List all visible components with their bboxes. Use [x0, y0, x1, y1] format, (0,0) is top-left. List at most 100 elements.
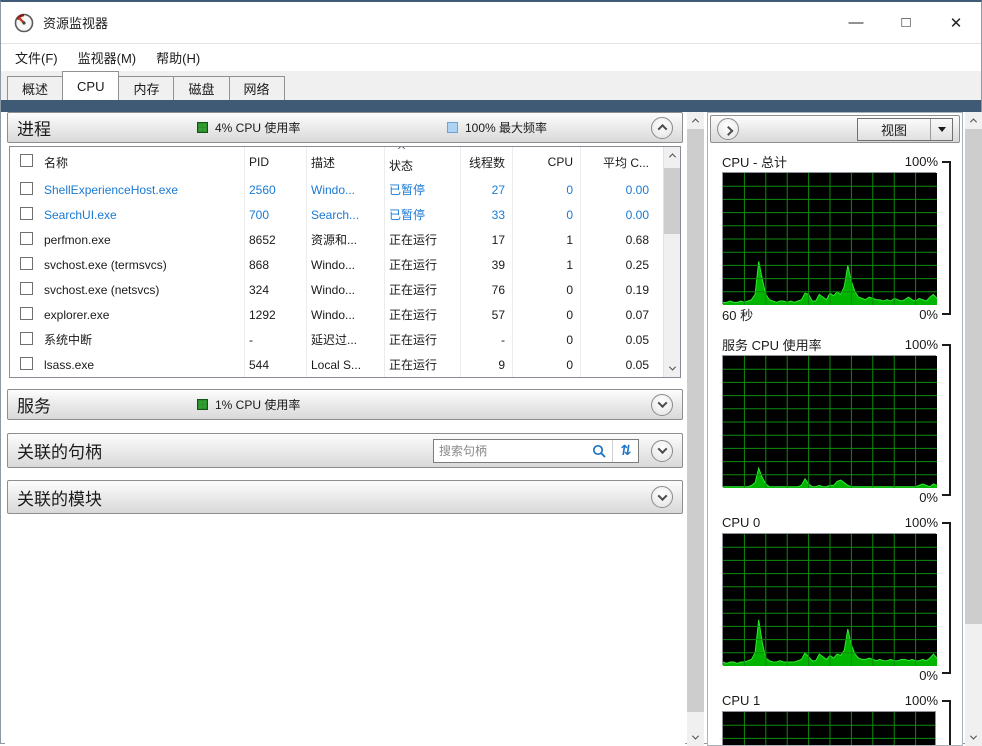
- right-panel-scrollbar[interactable]: [965, 112, 982, 746]
- process-desc-cell: Windo...: [307, 302, 385, 327]
- row-checkbox[interactable]: [20, 206, 33, 220]
- process-cpu-cell: 0: [513, 302, 581, 327]
- scroll-up-arrow-icon[interactable]: [687, 112, 704, 129]
- tab-network[interactable]: 网络: [228, 76, 285, 100]
- processes-collapse-button[interactable]: [651, 116, 673, 139]
- process-desc-cell: Local S...: [307, 352, 385, 377]
- services-expand-button[interactable]: [651, 393, 673, 416]
- tab-cpu[interactable]: CPU: [62, 71, 120, 100]
- graph-section-cpu0: CPU 0 100% 0%: [722, 512, 960, 684]
- graph-title: CPU 0: [722, 514, 761, 530]
- view-dropdown-arrow[interactable]: [930, 118, 952, 140]
- column-header-pid[interactable]: PID: [245, 147, 307, 177]
- process-pid-cell: 868: [245, 252, 307, 277]
- table-row[interactable]: 系统中断 - 延迟过... 正在运行 -0 0.05: [10, 327, 680, 352]
- menu-file[interactable]: 文件(F): [5, 44, 68, 71]
- process-status-cell: 正在运行: [385, 327, 461, 352]
- graph-title: CPU - 总计: [722, 154, 788, 170]
- scroll-down-arrow-icon[interactable]: [965, 729, 982, 746]
- content-divider-strip: [1, 100, 981, 112]
- cpu-usage-label: 4% CPU 使用率: [215, 121, 301, 135]
- graph-scale-bracket: [942, 522, 951, 674]
- column-header-cpu[interactable]: CPU: [513, 147, 581, 177]
- minimize-button[interactable]: —: [831, 2, 881, 43]
- modules-title: 关联的模块: [17, 489, 102, 509]
- scrollbar-thumb[interactable]: [664, 168, 680, 234]
- row-checkbox[interactable]: [20, 281, 33, 295]
- scrollbar-thumb[interactable]: [965, 129, 982, 624]
- cpu0-graph: [722, 533, 937, 666]
- table-row[interactable]: explorer.exe 1292 Windo... 正在运行 57 0 0.07: [10, 302, 680, 327]
- table-row[interactable]: svchost.exe (netsvcs) 324 Windo... 正在运行 76 0 0…: [10, 277, 680, 302]
- row-checkbox[interactable]: [20, 331, 33, 345]
- left-panel-scrollbar[interactable]: [687, 112, 704, 746]
- tab-overview[interactable]: 概述: [7, 76, 64, 100]
- scrollbar-thumb[interactable]: [687, 129, 704, 712]
- select-all-checkbox[interactable]: [20, 154, 33, 167]
- handle-search-input[interactable]: [434, 443, 586, 458]
- process-threads-cell: 17: [461, 227, 513, 252]
- close-button[interactable]: ✕: [931, 2, 981, 43]
- table-row[interactable]: svchost.exe (termsvcs) 868 Windo... 正在运行 39 1…: [10, 252, 680, 277]
- process-avg-cell: 0.05: [625, 357, 649, 372]
- services-section-header: 服务 1% CPU 使用率: [7, 389, 683, 420]
- process-checkbox-cell: [10, 231, 40, 248]
- search-icon[interactable]: [586, 440, 612, 462]
- column-header-desc[interactable]: 描述: [307, 147, 385, 177]
- tab-memory[interactable]: 内存: [118, 76, 175, 100]
- dropdown-arrow-icon: [937, 126, 946, 132]
- modules-section-header: 关联的模块: [7, 480, 683, 514]
- handles-expand-button[interactable]: [651, 439, 673, 462]
- title-bar: 资源监视器 — □ ✕: [1, 2, 981, 44]
- process-threads-cell: 76: [461, 277, 513, 302]
- process-table-scrollbar[interactable]: [663, 147, 680, 377]
- process-cpu-cell: 0: [513, 352, 581, 377]
- view-button[interactable]: 视图: [857, 117, 953, 141]
- maximize-button[interactable]: □: [881, 2, 931, 43]
- process-name-cell: SearchUI.exe: [40, 202, 245, 227]
- process-name-cell: ShellExperienceHost.exe: [40, 177, 245, 202]
- column-header-status[interactable]: 状态: [385, 147, 461, 177]
- tab-disk[interactable]: 磁盘: [173, 76, 230, 100]
- row-checkbox[interactable]: [20, 231, 33, 245]
- process-cpu-cell: 0: [513, 202, 581, 227]
- row-checkbox[interactable]: [20, 356, 33, 370]
- process-threads-cell: -: [461, 327, 513, 352]
- process-name-cell: explorer.exe: [40, 302, 245, 327]
- process-desc-cell: Windo...: [307, 277, 385, 302]
- menu-bar: 文件(F) 监视器(M) 帮助(H): [1, 44, 981, 71]
- modules-expand-button[interactable]: [651, 486, 673, 508]
- cpu1-graph: [722, 711, 936, 745]
- process-threads-cell: 27: [461, 177, 513, 202]
- row-checkbox[interactable]: [20, 306, 33, 320]
- column-header-threads[interactable]: 线程数: [461, 147, 513, 177]
- graph-ymin-label: 0%: [919, 667, 938, 683]
- row-checkbox[interactable]: [20, 256, 33, 270]
- graph-scale-bracket: [942, 700, 951, 745]
- row-checkbox[interactable]: [20, 181, 33, 195]
- column-header-name[interactable]: 名称: [40, 147, 245, 177]
- chevron-up-icon: [657, 123, 667, 134]
- scroll-up-arrow-icon[interactable]: [965, 112, 982, 129]
- menu-monitor[interactable]: 监视器(M): [68, 44, 147, 71]
- table-row[interactable]: perfmon.exe 8652 资源和... 正在运行 17 1 0.68: [10, 227, 680, 252]
- table-row[interactable]: lsass.exe 544 Local S... 正在运行 9 0 0.05: [10, 352, 680, 377]
- menu-help[interactable]: 帮助(H): [146, 44, 210, 71]
- column-header-avg-cpu[interactable]: 平均 C...: [581, 154, 656, 171]
- scroll-down-arrow-icon[interactable]: [687, 729, 704, 746]
- graph-ymin-label: 0%: [919, 306, 938, 322]
- services-cpu-usage-label: 1% CPU 使用率: [215, 398, 301, 412]
- process-desc-cell: 延迟过...: [307, 327, 385, 352]
- process-avg-cell: 0.00: [625, 207, 649, 222]
- process-checkbox-cell: [10, 331, 40, 348]
- refresh-sync-icon[interactable]: ⇅: [612, 439, 638, 462]
- panel-expand-button[interactable]: [717, 118, 739, 140]
- table-row[interactable]: SearchUI.exe 700 Search... 已暂停 33 0 0.00: [10, 202, 680, 227]
- process-threads-cell: 57: [461, 302, 513, 327]
- max-frequency-legend-icon: [447, 122, 458, 133]
- scroll-up-arrow-icon[interactable]: [664, 147, 680, 164]
- table-row[interactable]: ShellExperienceHost.exe 2560 Windo... 已暂停 27…: [10, 177, 680, 202]
- process-avg-cell: 0.68: [625, 232, 649, 247]
- scroll-down-arrow-icon[interactable]: [664, 360, 680, 377]
- process-cpu-cell: 1: [513, 227, 581, 252]
